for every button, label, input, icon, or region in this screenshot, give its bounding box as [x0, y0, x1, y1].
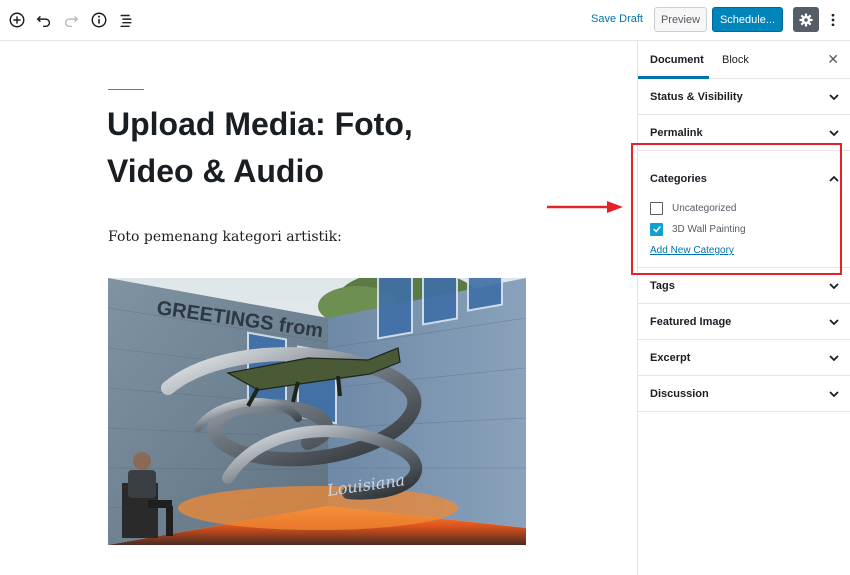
gear-icon [799, 12, 813, 27]
panel-label: Tags [650, 280, 675, 292]
panel-label: Excerpt [650, 352, 691, 364]
editor-canvas: Upload Media: Foto, Video & Audio Foto p… [0, 41, 637, 575]
chevron-down-icon [829, 319, 839, 326]
add-block-icon[interactable] [7, 10, 27, 30]
settings-sidebar: Document Block ✕ Status & Visibility Per… [637, 41, 850, 575]
panel-label: Discussion [650, 388, 709, 400]
panel-label: Status & Visibility [650, 91, 743, 103]
info-icon[interactable] [89, 10, 109, 30]
sidebar-tabs: Document Block ✕ [638, 41, 850, 79]
settings-button[interactable] [793, 7, 819, 32]
chevron-down-icon [829, 130, 839, 137]
panel-label: Permalink [650, 127, 703, 139]
paragraph-block[interactable]: Foto pemenang kategori artistik: [108, 229, 342, 245]
preview-button[interactable]: Preview [654, 7, 707, 32]
more-vertical-icon [831, 13, 835, 27]
close-icon[interactable]: ✕ [827, 51, 839, 68]
chevron-down-icon [829, 355, 839, 362]
undo-icon[interactable] [34, 10, 54, 30]
street-art-image: GREETINGS from Louisiana [108, 278, 526, 545]
post-title[interactable]: Upload Media: Foto, Video & Audio [107, 101, 487, 195]
panel-discussion[interactable]: Discussion [638, 376, 850, 412]
chevron-down-icon [829, 94, 839, 101]
schedule-button[interactable]: Schedule... [712, 7, 783, 32]
outline-icon[interactable] [116, 10, 136, 30]
tab-block[interactable]: Block [722, 54, 749, 66]
annotation-highlight-box [631, 143, 842, 275]
redo-icon[interactable] [61, 10, 81, 30]
panel-featured-image[interactable]: Featured Image [638, 304, 850, 340]
panel-label: Featured Image [650, 316, 732, 328]
annotation-arrow-icon [547, 201, 623, 213]
title-separator [108, 89, 144, 90]
image-block[interactable]: GREETINGS from Louisiana [108, 278, 526, 545]
panel-excerpt[interactable]: Excerpt [638, 340, 850, 376]
save-draft-link[interactable]: Save Draft [591, 13, 643, 25]
editor-toolbar: Save Draft Preview Schedule... [0, 0, 850, 41]
tab-document[interactable]: Document [650, 54, 704, 66]
chevron-down-icon [829, 391, 839, 398]
more-options-button[interactable] [824, 10, 842, 30]
panel-status-visibility[interactable]: Status & Visibility [638, 79, 850, 115]
chevron-down-icon [829, 283, 839, 290]
